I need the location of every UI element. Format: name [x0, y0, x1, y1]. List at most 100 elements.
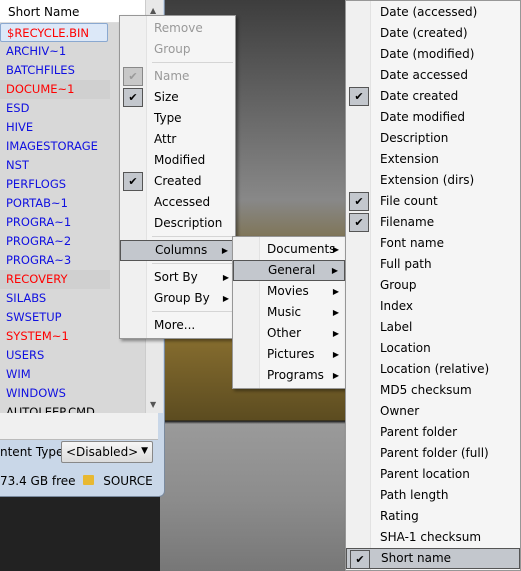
source-label: SOURCE: [103, 474, 153, 488]
menu-item-description[interactable]: Description: [120, 213, 235, 234]
list-item[interactable]: ESD: [0, 99, 110, 118]
list-item[interactable]: WINDOWS: [0, 384, 110, 403]
menu-item-parent-location[interactable]: Parent location: [346, 464, 520, 485]
menu-item-date-accessed[interactable]: Date (accessed): [346, 2, 520, 23]
menu-item-date-created[interactable]: Date (created): [346, 23, 520, 44]
menu-item-label: Path length: [380, 488, 449, 502]
menu-item-description[interactable]: Description: [346, 128, 520, 149]
menu-item-label: Date (created): [380, 26, 468, 40]
list-item[interactable]: $RECYCLE.BIN: [0, 23, 108, 42]
menu-item-owner[interactable]: Owner: [346, 401, 520, 422]
unlock-icon[interactable]: [83, 475, 95, 485]
scroll-up-icon[interactable]: ▲: [150, 6, 156, 15]
list-item[interactable]: PERFLOGS: [0, 175, 110, 194]
list-item[interactable]: ARCHIV~1: [0, 42, 110, 61]
list-item[interactable]: RECOVERY: [0, 270, 110, 289]
menu-item-group[interactable]: Group: [346, 275, 520, 296]
menu-item-location[interactable]: Location: [346, 338, 520, 359]
menu-item-music[interactable]: Music ▶: [233, 302, 345, 323]
menu-item-date-modified[interactable]: Date (modified): [346, 44, 520, 65]
list-item[interactable]: AUTOLEEP.CMD: [0, 403, 110, 413]
content-type-label: ntent Type: [0, 445, 64, 459]
menu-item-general[interactable]: General ▶: [233, 260, 345, 281]
menu-item-remove: Remove: [120, 18, 235, 39]
menu-item-movies[interactable]: Movies ▶: [233, 281, 345, 302]
menu-item-type[interactable]: Type: [120, 108, 235, 129]
list-item[interactable]: USERS: [0, 346, 110, 365]
menu-item-name: Name ✔: [120, 66, 235, 87]
checkmark-icon: ✔: [349, 213, 369, 232]
menu-item-location-relative[interactable]: Location (relative): [346, 359, 520, 380]
submenu-arrow-icon: ▶: [332, 308, 339, 317]
menu-item-extension-dirs[interactable]: Extension (dirs): [346, 170, 520, 191]
menu-item-group-by[interactable]: Group By ▶: [120, 288, 235, 309]
list-item[interactable]: PORTAB~1: [0, 194, 110, 213]
menu-item-label: Group: [380, 278, 417, 292]
menu-item-rating[interactable]: Rating: [346, 506, 520, 527]
menu-item-columns[interactable]: Columns ▶: [120, 240, 235, 261]
menu-item-full-path[interactable]: Full path: [346, 254, 520, 275]
menu-item-label: Description: [380, 131, 449, 145]
list-item[interactable]: PROGRA~2: [0, 232, 110, 251]
menu-item-md5-checksum[interactable]: MD5 checksum: [346, 380, 520, 401]
free-space: 73.4 GB free: [0, 474, 76, 488]
menu-item-parent-folder[interactable]: Parent folder: [346, 422, 520, 443]
menu-item-size[interactable]: Size ✔: [120, 87, 235, 108]
menu-item-label: Extension (dirs): [380, 173, 475, 187]
menu-item-sort-by[interactable]: Sort By ▶: [120, 267, 235, 288]
list-item[interactable]: HIVE: [0, 118, 110, 137]
menu-item-label: Parent location: [380, 467, 470, 481]
menu-item-font-name[interactable]: Font name: [346, 233, 520, 254]
list-item[interactable]: WIM: [0, 365, 110, 384]
checkmark-icon: ✔: [349, 87, 369, 106]
menu-item-label[interactable]: Label: [346, 317, 520, 338]
menu-item-extension[interactable]: Extension: [346, 149, 520, 170]
menu-item-label: Group By: [154, 291, 210, 305]
checkmark-icon: ✔: [123, 67, 143, 86]
list-item[interactable]: BATCHFILES: [0, 61, 110, 80]
content-type-select[interactable]: <Disabled> ▼: [61, 441, 153, 463]
list-item[interactable]: PROGRA~1: [0, 213, 110, 232]
submenu-arrow-icon: ▶: [332, 329, 339, 338]
menu-item-more[interactable]: More...: [120, 315, 235, 336]
menu-item-programs[interactable]: Programs ▶: [233, 365, 345, 386]
menu-item-label: Accessed: [154, 195, 211, 209]
columns-submenu: Documents ▶ General ▶ Movies ▶ Music ▶ Other ▶ Pic…: [232, 236, 346, 389]
menu-item-index[interactable]: Index: [346, 296, 520, 317]
submenu-arrow-icon: ▶: [331, 266, 338, 275]
menu-item-label: Filename: [380, 215, 435, 229]
menu-item-label: Short name: [381, 551, 452, 565]
menu-item-label: Date (accessed): [380, 5, 478, 19]
menu-item-accessed[interactable]: Accessed: [120, 192, 235, 213]
menu-item-created[interactable]: Created ✔: [120, 171, 235, 192]
menu-item-date-accessed[interactable]: Date accessed: [346, 65, 520, 86]
submenu-arrow-icon: ▶: [222, 294, 229, 303]
menu-item-short-name[interactable]: Short name ✔: [346, 548, 520, 569]
menu-item-sha-1-checksum[interactable]: SHA-1 checksum: [346, 527, 520, 548]
menu-item-label: Columns: [155, 243, 208, 257]
menu-item-attr[interactable]: Attr: [120, 129, 235, 150]
menu-item-date-created[interactable]: Date created ✔: [346, 86, 520, 107]
list-item[interactable]: SILABS: [0, 289, 110, 308]
list-item[interactable]: IMAGESTORAGE: [0, 137, 110, 156]
list-item[interactable]: DOCUME~1: [0, 80, 110, 99]
menu-item-label: Group: [154, 42, 191, 56]
menu-item-label: Documents: [267, 242, 336, 256]
menu-item-filename[interactable]: Filename ✔: [346, 212, 520, 233]
scroll-down-icon[interactable]: ▼: [150, 400, 156, 409]
list-item[interactable]: SWSETUP: [0, 308, 110, 327]
menu-item-parent-folder-full[interactable]: Parent folder (full): [346, 443, 520, 464]
menu-item-path-length[interactable]: Path length: [346, 485, 520, 506]
menu-item-pictures[interactable]: Pictures ▶: [233, 344, 345, 365]
checkmark-icon: ✔: [350, 550, 370, 569]
list-item[interactable]: SYSTEM~1: [0, 327, 110, 346]
menu-item-modified[interactable]: Modified: [120, 150, 235, 171]
menu-item-documents[interactable]: Documents ▶: [233, 239, 345, 260]
menu-item-file-count[interactable]: File count ✔: [346, 191, 520, 212]
menu-item-other[interactable]: Other ▶: [233, 323, 345, 344]
list-item[interactable]: PROGRA~3: [0, 251, 110, 270]
menu-item-label: Index: [380, 299, 414, 313]
menu-item-date-modified[interactable]: Date modified: [346, 107, 520, 128]
list-item[interactable]: NST: [0, 156, 110, 175]
menu-item-label: Date created: [380, 89, 459, 103]
